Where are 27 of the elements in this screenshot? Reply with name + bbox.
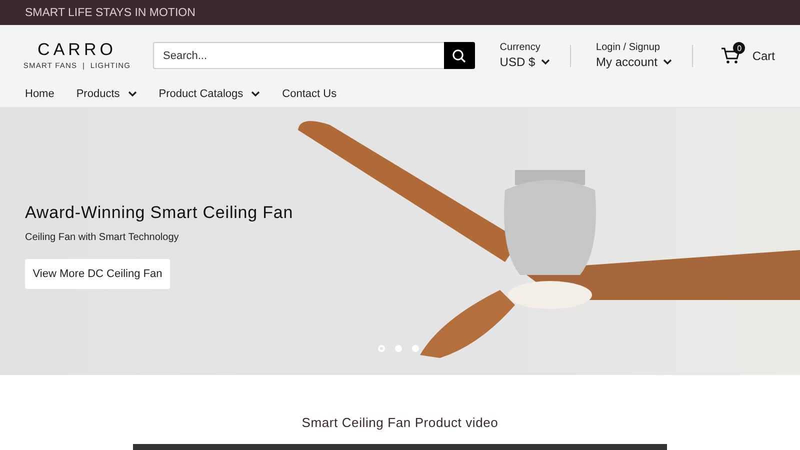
chevron-down-icon [128,91,137,97]
search-field[interactable]: Search... [153,42,444,69]
nav-link[interactable]: Products [76,88,137,100]
hero-subtitle: Ceiling Fan with Smart Technology [25,232,179,243]
cart-icon[interactable] [721,47,740,64]
nav-link[interactable]: Product Catalogs [158,88,260,100]
chevron-down-icon [663,59,672,65]
cart-link[interactable]: Cart [752,48,775,62]
login-signup-link[interactable]: Login / Signup [596,42,672,53]
section-title: Smart Ceiling Fan Product video [300,415,500,430]
chevron-down-icon [251,91,260,97]
search-icon [452,48,466,62]
slide-dot[interactable] [412,345,419,352]
announcement-text: SMART LIFE STAYS IN MOTION [25,6,196,18]
brand-logo[interactable]: CARRO [38,41,116,59]
slide-dot[interactable] [395,345,402,352]
slide-dot[interactable] [378,345,385,352]
hero-title: Award-Winning Smart Ceiling Fan [25,203,294,223]
nav-link[interactable]: Contact Us [282,88,337,100]
chevron-down-icon [541,59,550,65]
search-button[interactable] [444,42,475,69]
currency-label: Currency [500,42,542,53]
currency-selector[interactable]: USD $ [500,55,550,69]
view-more-button[interactable]: View More DC Ceiling Fan [25,259,170,289]
nav-link[interactable]: Home [25,88,54,100]
account-menu[interactable]: My account [596,55,672,69]
cart-count-badge: 0 [733,42,746,54]
